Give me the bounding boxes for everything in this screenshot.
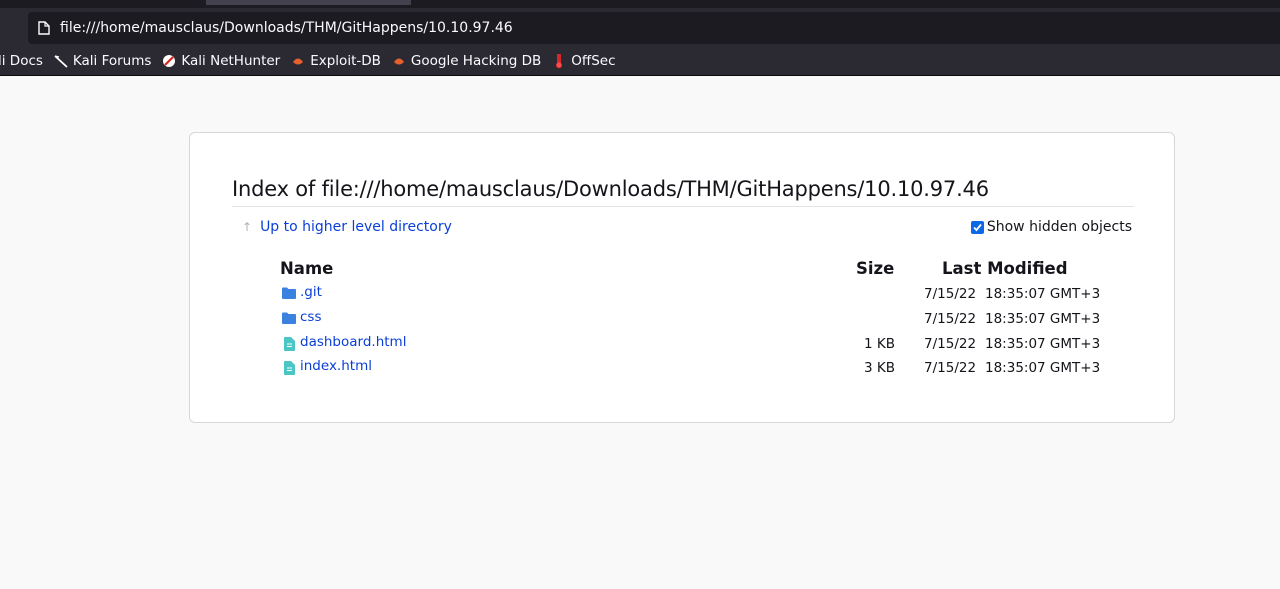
file-size: 3 KB (864, 360, 895, 376)
file-icon (284, 337, 298, 351)
bookmark-label: OffSec (571, 52, 616, 69)
file-link[interactable]: dashboard.html (300, 334, 406, 350)
file-time: 18:35:07 GMT+3 (985, 360, 1101, 376)
show-hidden-toggle: Show hidden objects (970, 219, 1132, 235)
up-directory-link[interactable]: ↑ Up to higher level directory (242, 219, 452, 235)
bookmarks-bar: li Docs Kali Forums Kali NetHunter Explo… (0, 46, 1280, 76)
offsec-icon (551, 53, 567, 69)
file-icon (284, 361, 298, 375)
toolbar: file:///home/mausclaus/Downloads/THM/Git… (0, 8, 1280, 46)
bookmark-exploit-db[interactable]: Exploit-DB (290, 53, 381, 69)
table-row: index.html 3 KB 7/15/22 18:35:07 GMT+3 (190, 358, 1176, 382)
bookmark-label: Kali Forums (72, 52, 152, 69)
file-link[interactable]: .git (300, 284, 322, 300)
bookmark-kali-docs[interactable]: li Docs (0, 53, 43, 69)
bookmark-kali-nethunter[interactable]: Kali NetHunter (161, 53, 280, 69)
bookmark-label: li Docs (0, 52, 43, 69)
page-title: Index of file:///home/mausclaus/Download… (232, 177, 1134, 207)
column-header-name[interactable]: Name (280, 259, 333, 278)
file-time: 18:35:07 GMT+3 (985, 311, 1101, 327)
file-date: 7/15/22 (924, 336, 977, 352)
page-icon (36, 20, 52, 36)
folder-icon (282, 312, 296, 326)
up-arrow-icon: ↑ (242, 220, 253, 234)
directory-listing-card: Index of file:///home/mausclaus/Download… (189, 132, 1175, 423)
bookmark-label: Exploit-DB (310, 52, 381, 69)
show-hidden-label: Show hidden objects (986, 219, 1132, 235)
table-row: .git 7/15/22 18:35:07 GMT+3 (190, 284, 1176, 308)
ghdb-icon (391, 53, 407, 69)
file-size: 1 KB (864, 336, 895, 352)
file-date: 7/15/22 (924, 360, 977, 376)
exploit-db-icon (290, 53, 306, 69)
file-link[interactable]: css (300, 309, 322, 325)
table-row: dashboard.html 1 KB 7/15/22 18:35:07 GMT… (190, 334, 1176, 358)
bookmark-label: Kali NetHunter (181, 52, 281, 69)
bookmark-offsec[interactable]: OffSec (551, 52, 616, 69)
url-bar[interactable]: file:///home/mausclaus/Downloads/THM/Git… (28, 12, 1280, 44)
file-time: 18:35:07 GMT+3 (985, 336, 1101, 352)
kali-dragon-icon (53, 53, 69, 69)
bookmark-label: Google Hacking DB (410, 52, 542, 69)
url-text: file:///home/mausclaus/Downloads/THM/Git… (60, 20, 513, 36)
folder-icon (282, 287, 296, 301)
file-date: 7/15/22 (924, 286, 977, 302)
column-header-last-modified[interactable]: Last Modified (942, 259, 1068, 278)
up-directory-label: Up to higher level directory (260, 219, 452, 235)
bookmark-kali-forums[interactable]: Kali Forums (53, 52, 152, 69)
nethunter-icon (161, 53, 177, 69)
bookmark-google-hacking-db[interactable]: Google Hacking DB (391, 53, 541, 69)
active-tab[interactable] (206, 0, 411, 5)
file-time: 18:35:07 GMT+3 (985, 286, 1101, 302)
file-link[interactable]: index.html (300, 358, 372, 374)
file-date: 7/15/22 (924, 311, 977, 327)
table-row: css 7/15/22 18:35:07 GMT+3 (190, 309, 1176, 333)
tab-strip (0, 0, 1280, 8)
show-hidden-checkbox[interactable] (970, 220, 984, 234)
column-header-size[interactable]: Size (856, 259, 894, 278)
